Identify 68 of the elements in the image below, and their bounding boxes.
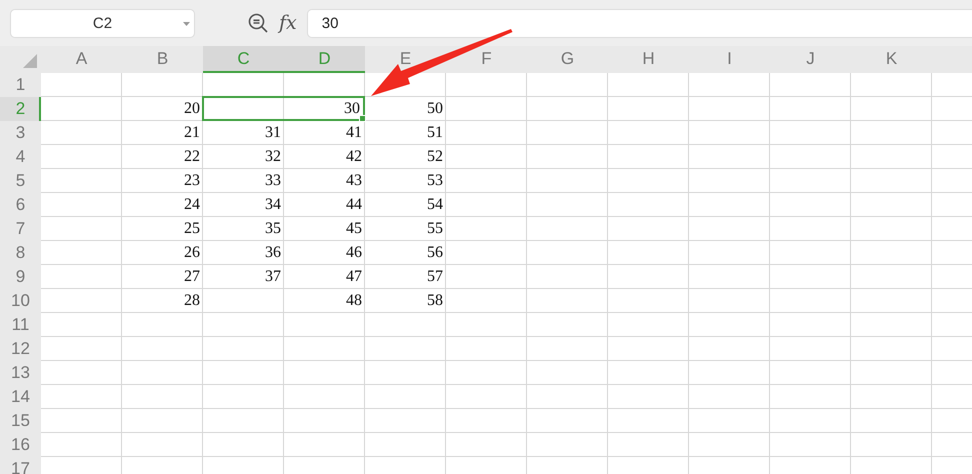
table-cell-text: 54 bbox=[426, 195, 444, 215]
row-header[interactable]: 4 bbox=[0, 145, 41, 169]
table-cell-text: 32 bbox=[264, 147, 282, 167]
row-header[interactable]: 9 bbox=[0, 265, 41, 289]
table-cell-text: 25 bbox=[183, 219, 201, 239]
table-cell-text: 56 bbox=[426, 243, 444, 263]
table-cell-text: 58 bbox=[426, 291, 444, 311]
row-header[interactable]: 8 bbox=[0, 241, 41, 265]
table-cell-text: 36 bbox=[264, 243, 282, 263]
table-cell-text: 50 bbox=[426, 99, 444, 119]
table-cell-text: 22 bbox=[183, 147, 201, 167]
caret-icon bbox=[183, 22, 190, 26]
column-header[interactable]: H bbox=[608, 46, 689, 73]
row-header[interactable]: 13 bbox=[0, 361, 41, 385]
table-cell-text: 51 bbox=[426, 123, 444, 143]
table-cell-text: 45 bbox=[345, 219, 363, 239]
row-header[interactable]: 1 bbox=[0, 73, 41, 97]
column-header[interactable]: G bbox=[527, 46, 608, 73]
row-header[interactable]: 6 bbox=[0, 193, 41, 217]
table-cell-text: 28 bbox=[183, 291, 201, 311]
table-cell-text: 43 bbox=[345, 171, 363, 191]
column-header[interactable] bbox=[932, 46, 972, 73]
table-cell-text: 34 bbox=[264, 195, 282, 215]
table-cell-text: 48 bbox=[345, 291, 363, 311]
column-header[interactable]: K bbox=[851, 46, 932, 73]
row-header[interactable]: 11 bbox=[0, 313, 41, 337]
table-cell-text: 47 bbox=[345, 267, 363, 287]
table-cell-text: 27 bbox=[183, 267, 201, 287]
row-header[interactable]: 2 bbox=[0, 97, 41, 121]
table-cell-text: 20 bbox=[183, 99, 201, 119]
formula-input[interactable]: 30 bbox=[306, 8, 972, 38]
row-header[interactable]: 15 bbox=[0, 409, 41, 433]
table-cell-text: 53 bbox=[426, 171, 444, 191]
table-cell-text: 35 bbox=[264, 219, 282, 239]
row-header[interactable]: 10 bbox=[0, 289, 41, 313]
function-label[interactable]: fx bbox=[279, 12, 297, 34]
table-cell-text: 55 bbox=[426, 219, 444, 239]
row-header[interactable]: 16 bbox=[0, 433, 41, 457]
column-header[interactable]: D bbox=[284, 46, 365, 73]
row-header[interactable]: 14 bbox=[0, 385, 41, 409]
row-header[interactable]: 17 bbox=[0, 457, 41, 474]
zoom-icon[interactable] bbox=[248, 12, 269, 34]
column-header[interactable]: J bbox=[770, 46, 851, 73]
table-cell-text: 52 bbox=[426, 147, 444, 167]
row-header[interactable]: 3 bbox=[0, 121, 41, 145]
table-cell-text: 21 bbox=[183, 123, 201, 143]
column-header[interactable]: C bbox=[203, 46, 284, 73]
table-cell-text: 37 bbox=[264, 267, 282, 287]
select-all-icon[interactable] bbox=[23, 54, 37, 68]
name-box[interactable]: C2 bbox=[10, 8, 195, 38]
column-header[interactable]: F bbox=[446, 46, 527, 73]
row-header[interactable]: 5 bbox=[0, 169, 41, 193]
table-cell-text: 23 bbox=[183, 171, 201, 191]
table-cell-text: 46 bbox=[345, 243, 363, 263]
table-cell-text: 41 bbox=[345, 123, 363, 143]
column-header[interactable]: I bbox=[689, 46, 770, 73]
table-cell[interactable]: 30 bbox=[202, 96, 365, 121]
table-cell-text: 57 bbox=[426, 267, 444, 287]
table-cell-text: 44 bbox=[345, 195, 363, 215]
table-cell-text: 42 bbox=[345, 147, 363, 167]
row-header[interactable]: 7 bbox=[0, 217, 41, 241]
column-header[interactable]: B bbox=[122, 46, 203, 73]
column-header[interactable]: A bbox=[41, 46, 122, 73]
table-cell-text: 31 bbox=[264, 123, 282, 143]
row-header[interactable]: 12 bbox=[0, 337, 41, 361]
table-cell-text: 33 bbox=[264, 171, 282, 191]
table-cell-text: 26 bbox=[183, 243, 201, 263]
table-cell-text: 24 bbox=[183, 195, 201, 215]
